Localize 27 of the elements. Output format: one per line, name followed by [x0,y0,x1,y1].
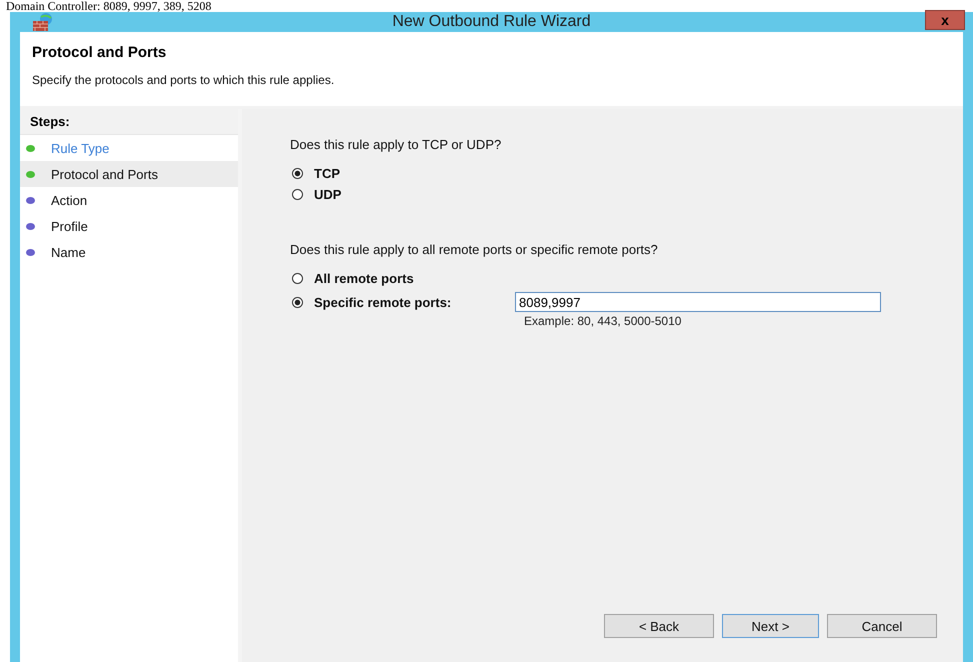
radio-option[interactable]: UDP [292,187,963,202]
close-button[interactable]: x [925,10,965,30]
radio-icon[interactable] [292,296,303,308]
page-text: Domain Controller: 8089, 9997, 389, 5208 [5,0,212,12]
question-text: Does this rule apply to all remote ports or specific remote ports? [290,242,659,257]
step-item[interactable]: Profile [20,213,238,239]
wizard-button[interactable]: < Back [604,614,714,638]
radio-option[interactable]: TCP [292,166,963,181]
radio-option[interactable]: Specific remote ports: [292,294,512,310]
page-subtitle: Specify the protocols and ports to which this rule applies. [32,73,336,87]
wizard-button[interactable]: Cancel [827,614,937,638]
firewall-icon [32,12,54,32]
step-item[interactable]: Rule Type [20,135,238,161]
radio-icon[interactable] [292,168,303,179]
radio-icon[interactable] [292,189,303,200]
window-title: New Outbound Rule Wizard [392,13,591,31]
radio-icon[interactable] [292,273,303,284]
question-text: Does this rule apply to TCP or UDP? [290,137,502,152]
page-title: Protocol and Ports [32,44,168,61]
example-hint: Example: 80, 443, 5000-5010 [524,314,682,328]
wizard-button[interactable]: Next > [722,614,819,638]
step-item[interactable]: Name [20,239,238,265]
step-item[interactable]: Action [20,187,238,213]
radio-option[interactable]: All remote ports [292,271,414,286]
steps-heading: Steps: [20,109,238,135]
ports-field[interactable]: 8089,9997 [515,292,881,312]
step-item[interactable]: Protocol and Ports [20,161,238,187]
